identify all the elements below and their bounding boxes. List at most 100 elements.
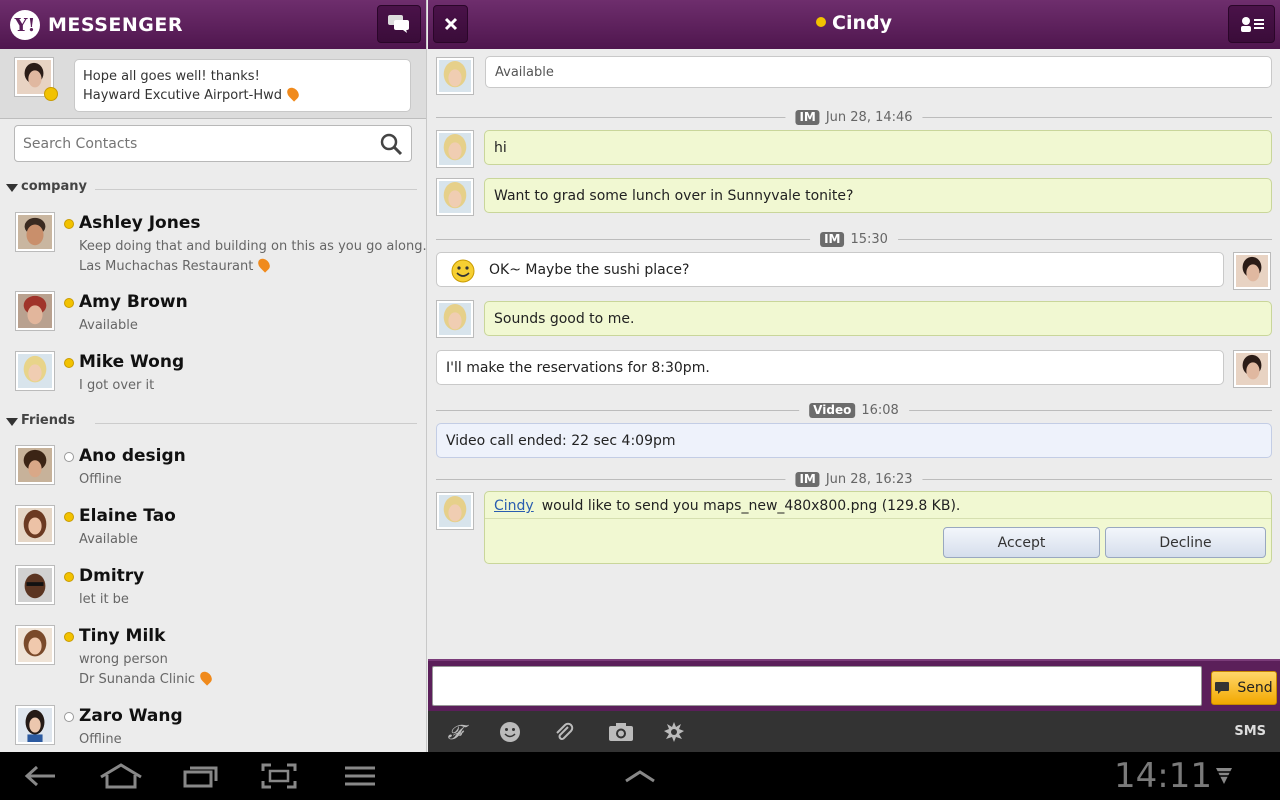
contact-name: Dmitry <box>79 566 145 586</box>
avatar <box>15 705 55 745</box>
contact-status: let it be <box>79 592 129 607</box>
status-message[interactable]: Hope all goes well! thanks! Hayward Excu… <box>74 59 411 112</box>
smiley-emoticon-icon <box>451 259 475 283</box>
status-location: Hayward Excutive Airport-Hwd <box>83 85 402 105</box>
chat-pane: Cindy Available IM Jun 28, 14:46 hi Want … <box>428 0 1280 752</box>
chat-title: Cindy <box>428 12 1280 34</box>
group-friends[interactable]: Friends <box>0 412 426 434</box>
sms-toggle[interactable]: SMS <box>1234 724 1266 739</box>
cindy-avatar <box>436 300 474 338</box>
contact-dmitry[interactable]: Dmitry let it be <box>0 565 426 625</box>
divider <box>95 423 417 424</box>
accept-button[interactable]: Accept <box>943 527 1100 558</box>
presence-online-icon <box>64 632 74 642</box>
contacts-header: Y! MESSENGER <box>0 0 426 49</box>
contact-status: Offline <box>79 472 122 487</box>
contact-name: Ano design <box>79 446 186 466</box>
system-navigation-bar: 14:11 <box>0 752 1280 800</box>
presence-online-icon <box>64 298 74 308</box>
chat-bubbles-icon <box>388 15 409 33</box>
back-icon[interactable] <box>20 762 60 790</box>
group-label: Friends <box>21 413 76 428</box>
cindy-avatar <box>436 57 474 95</box>
status-text: Hope all goes well! thanks! <box>83 69 260 84</box>
contact-status: wrong person <box>79 652 168 667</box>
avatar <box>15 212 55 252</box>
send-label: Send <box>1237 680 1273 696</box>
file-transfer-text: would like to send you maps_new_480x800.… <box>541 498 961 514</box>
message-input[interactable] <box>432 666 1202 706</box>
camera-icon[interactable] <box>606 719 636 745</box>
compose-bar: Send <box>428 659 1280 711</box>
screenshot-icon[interactable] <box>259 762 299 790</box>
emoticon-icon[interactable] <box>497 719 523 745</box>
contact-name: Ashley Jones <box>79 213 201 233</box>
cindy-avatar <box>436 130 474 168</box>
contact-location-text: Dr Sunanda Clinic <box>79 672 196 687</box>
avatar <box>15 625 55 665</box>
contact-name: Elaine Tao <box>79 506 176 526</box>
location-pin-icon <box>256 256 273 273</box>
font-style-icon[interactable]: 𝓕 <box>442 719 468 745</box>
contact-info-button[interactable] <box>1228 5 1275 43</box>
avatar <box>15 291 55 331</box>
status-location-text: Hayward Excutive Airport-Hwd <box>83 88 282 103</box>
contact-ashley-jones[interactable]: Ashley Jones Keep doing that and buildin… <box>0 212 426 274</box>
attachment-icon[interactable] <box>551 719 577 745</box>
avatar <box>15 565 55 605</box>
timestamp: 16:08 <box>861 402 899 418</box>
cindy-avatar <box>436 492 474 530</box>
system-clock: 14:11 <box>1114 756 1212 796</box>
contact-name: Tiny Milk <box>79 626 166 646</box>
incoming-message: hi <box>484 130 1272 165</box>
contact-status: Available <box>79 318 138 333</box>
contact-status: Offline <box>79 732 122 747</box>
divider <box>485 518 1271 519</box>
decline-button[interactable]: Decline <box>1105 527 1266 558</box>
contact-tiny-milk[interactable]: Tiny Milk wrong person Dr Sunanda Clinic <box>0 625 426 687</box>
conversations-button[interactable] <box>377 5 421 43</box>
contact-name: Zaro Wang <box>79 706 183 726</box>
contact-name: Mike Wong <box>79 352 185 372</box>
contact-status: Available <box>79 532 138 547</box>
my-status-card[interactable]: Hope all goes well! thanks! Hayward Excu… <box>0 49 426 119</box>
contact-location: Las Muchachas Restaurant <box>79 256 273 274</box>
incoming-message: Want to grad some lunch over in Sunnyval… <box>484 178 1272 213</box>
sender-link[interactable]: Cindy <box>494 498 534 514</box>
contact-mike-wong[interactable]: Mike Wong I got over it <box>0 351 426 411</box>
my-avatar <box>1233 252 1271 290</box>
chat-contact-name: Cindy <box>832 12 892 34</box>
menu-icon[interactable] <box>340 762 380 790</box>
avatar <box>15 445 55 485</box>
contact-ano-design[interactable]: Ano design Offline <box>0 445 426 505</box>
send-bubble-icon <box>1215 682 1230 694</box>
message-type-badge: IM <box>820 231 845 247</box>
home-icon[interactable] <box>98 762 144 790</box>
contact-zaro-wang[interactable]: Zaro Wang Offline <box>0 705 426 752</box>
presence-online-icon <box>64 512 74 522</box>
divider <box>95 189 417 190</box>
contact-amy-brown[interactable]: Amy Brown Available <box>0 291 426 351</box>
search-box <box>14 125 412 162</box>
presence-online-icon <box>816 17 827 27</box>
timestamp: Jun 28, 14:46 <box>825 109 913 125</box>
send-button[interactable]: Send <box>1211 671 1277 705</box>
recent-apps-icon[interactable] <box>180 762 220 790</box>
yahoo-y-icon: Y! <box>10 10 40 40</box>
signal-icon[interactable] <box>1212 762 1236 790</box>
search-input[interactable] <box>23 135 363 152</box>
timestamp: Jun 28, 16:23 <box>825 471 913 487</box>
outgoing-message: OK~ Maybe the sushi place? <box>436 252 1224 287</box>
presence-online-icon <box>64 219 74 229</box>
time-separator: IM 15:30 <box>436 230 1272 248</box>
contact-name: Amy Brown <box>79 292 188 312</box>
group-company[interactable]: company <box>0 178 426 200</box>
message-type-badge: IM <box>795 471 820 487</box>
contact-elaine-tao[interactable]: Elaine Tao Available <box>0 505 426 565</box>
buzz-icon[interactable] <box>661 719 687 745</box>
contact-location-text: Las Muchachas Restaurant <box>79 259 254 274</box>
time-separator: IM Jun 28, 16:23 <box>436 470 1272 488</box>
search-icon[interactable] <box>379 132 403 156</box>
message-text: OK~ Maybe the sushi place? <box>489 261 690 278</box>
chevron-up-icon[interactable] <box>620 762 660 790</box>
